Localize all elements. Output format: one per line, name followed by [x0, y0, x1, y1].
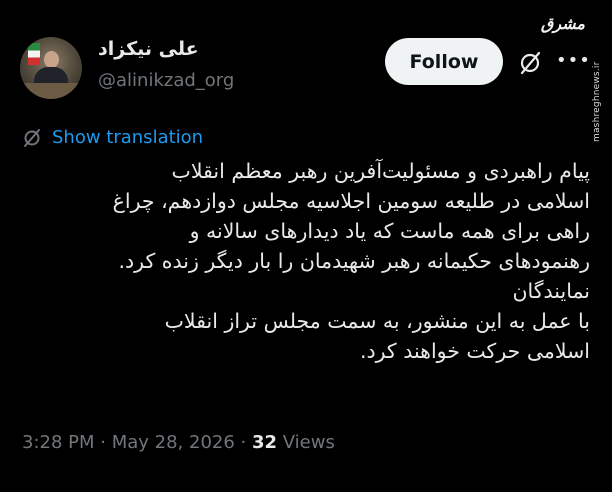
tweet-line: اسلامی در طلیعه سومین اجلاسیه مجلس دوازد…: [112, 189, 590, 213]
follow-button[interactable]: Follow: [385, 38, 503, 85]
translate-icon: [24, 128, 40, 147]
meta-separator: ·: [234, 432, 252, 453]
avatar[interactable]: [20, 37, 82, 99]
author-name[interactable]: علی نیکزاد: [98, 38, 199, 60]
translation-label[interactable]: Show translation: [52, 127, 203, 148]
tweet-line: رهنمودهای حکیمانه رهبر شهیدمان را بار دی…: [118, 249, 590, 273]
tweet-time[interactable]: 3:28 PM: [22, 432, 95, 453]
watermark-logo: مشرق: [540, 14, 585, 33]
tweet-line: راهی برای همه ماست که یاد دیدارهای سالان…: [189, 219, 590, 243]
views-label: Views: [277, 432, 335, 453]
views-count: 32: [251, 432, 278, 453]
meta-separator: ·: [94, 432, 112, 453]
grok-icon[interactable]: [517, 50, 543, 76]
tweet-text: پیام راهبردی و مسئولیت‌آفرین رهبر معظم ا…: [20, 156, 590, 366]
tweet-line: با عمل به این منشور، به سمت مجلس تراز ان…: [164, 309, 590, 333]
flag-image: [28, 43, 40, 65]
tweet-date[interactable]: May 28, 2026: [112, 432, 235, 453]
tweet-line: نمایندگان: [512, 279, 590, 303]
watermark-url: mashreghnews.ir: [592, 61, 602, 142]
more-icon[interactable]: •••: [556, 52, 591, 70]
tweet-card: علی نیکزاد @alinikzad_org Follow ••• مشر…: [0, 0, 612, 492]
tweet-line: اسلامی حرکت خواهند کرد.: [359, 339, 590, 363]
show-translation-link[interactable]: Show translation: [22, 127, 203, 148]
tweet-meta: 3:28 PM · May 28, 2026 · 32 Views: [22, 432, 335, 453]
author-handle[interactable]: @alinikzad_org: [98, 70, 234, 91]
tweet-line: پیام راهبردی و مسئولیت‌آفرین رهبر معظم ا…: [171, 159, 590, 183]
